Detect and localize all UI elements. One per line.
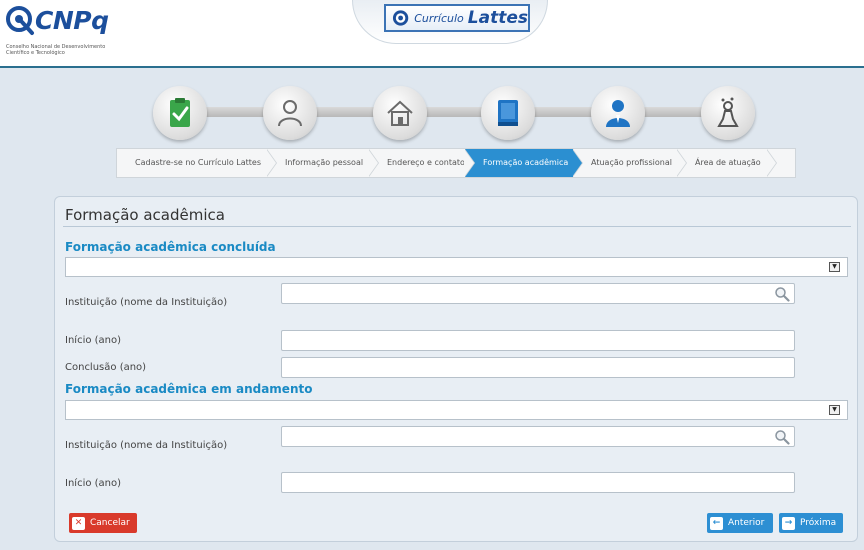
divider xyxy=(63,226,851,227)
form-panel: Formação acadêmica Formação acadêmica co… xyxy=(54,196,858,542)
person-flask-icon xyxy=(717,97,739,127)
cnpq-logo-mark-icon xyxy=(6,6,34,35)
ongoing-degree-select[interactable]: ▼ xyxy=(65,400,848,420)
completed-institution-label: Instituição (nome da Instituição) xyxy=(65,297,228,308)
chevron-down-icon[interactable]: ▼ xyxy=(829,262,840,272)
ongoing-start-label: Início (ano) xyxy=(65,478,122,489)
completed-end-input[interactable] xyxy=(281,357,795,378)
page-header: CNPq Conselho Nacional de Desenvolviment… xyxy=(0,0,864,68)
previous-button-label: Anterior xyxy=(728,518,765,528)
chevron-down-icon[interactable]: ▼ xyxy=(829,405,840,415)
ongoing-institution-input[interactable] xyxy=(281,426,795,447)
completed-institution-input[interactable] xyxy=(281,283,795,304)
house-icon xyxy=(387,100,413,126)
arrow-right-icon: → xyxy=(782,516,795,530)
lattes-label: Currículo xyxy=(414,11,464,25)
clipboard-check-icon xyxy=(170,98,190,127)
curriculo-lattes-logo[interactable]: Currículo Lattes xyxy=(384,4,530,32)
section-title-completed: Formação acadêmica concluída xyxy=(65,240,276,254)
breadcrumb-label: Atuação profissional xyxy=(591,158,672,167)
search-icon[interactable] xyxy=(774,286,790,302)
breadcrumb-item-formacao-academica[interactable]: Formação acadêmica xyxy=(465,149,583,177)
step-2-circle[interactable] xyxy=(263,86,317,140)
breadcrumb-label: Informação pessoal xyxy=(285,158,364,167)
breadcrumb-item-endereco-contato[interactable]: Endereço e contato xyxy=(369,149,475,177)
completed-degree-select[interactable]: ▼ xyxy=(65,257,848,277)
breadcrumb-label: Formação acadêmica xyxy=(483,158,569,167)
next-button[interactable]: → Próxima xyxy=(779,513,843,533)
breadcrumb-label: Área de atuação xyxy=(695,158,761,167)
breadcrumb-item-area-atuacao[interactable]: Área de atuação xyxy=(677,149,777,177)
step-1-circle[interactable] xyxy=(153,86,207,140)
logo-subtitle-line-2: Científico e Tecnológico xyxy=(6,50,65,56)
breadcrumb-item-atuacao-profissional[interactable]: Atuação profissional xyxy=(573,149,687,177)
step-3-circle[interactable] xyxy=(373,86,427,140)
logo-text: CNPq xyxy=(35,6,109,35)
lattes-emblem-icon xyxy=(392,10,409,26)
next-button-label: Próxima xyxy=(800,518,837,528)
completed-start-label: Início (ano) xyxy=(65,335,122,346)
ongoing-institution-label: Instituição (nome da Instituição) xyxy=(65,440,228,451)
breadcrumb: Cadastre-se no Currículo Lattes Informaç… xyxy=(116,148,796,178)
breadcrumb-item-informacao-pessoal[interactable]: Informação pessoal xyxy=(267,149,379,177)
lattes-label-strong: Lattes xyxy=(467,8,528,28)
panel-title: Formação acadêmica xyxy=(65,206,225,224)
step-6-circle[interactable] xyxy=(701,86,755,140)
logo-subtitle: Conselho Nacional de Desenvolvimento Cie… xyxy=(6,44,126,56)
close-icon: ✕ xyxy=(72,516,85,530)
search-icon[interactable] xyxy=(774,429,790,445)
step-4-circle[interactable] xyxy=(481,86,535,140)
completed-start-input[interactable] xyxy=(281,330,795,351)
arrow-left-icon: ← xyxy=(710,516,723,530)
person-suit-icon xyxy=(606,100,630,127)
step-5-circle[interactable] xyxy=(591,86,645,140)
ongoing-start-input[interactable] xyxy=(281,472,795,493)
cancel-button[interactable]: ✕ Cancelar xyxy=(69,513,137,533)
completed-end-label: Conclusão (ano) xyxy=(65,362,147,373)
book-icon xyxy=(498,100,518,126)
user-icon xyxy=(278,100,302,127)
cnpq-logo[interactable]: CNPq Conselho Nacional de Desenvolviment… xyxy=(6,6,126,62)
breadcrumb-label: Cadastre-se no Currículo Lattes xyxy=(135,158,262,167)
section-title-ongoing: Formação acadêmica em andamento xyxy=(65,382,313,396)
cancel-button-label: Cancelar xyxy=(90,518,130,528)
breadcrumb-item-cadastre[interactable]: Cadastre-se no Currículo Lattes xyxy=(117,149,277,177)
breadcrumb-label: Endereço e contato xyxy=(387,158,465,167)
previous-button[interactable]: ← Anterior xyxy=(707,513,773,533)
